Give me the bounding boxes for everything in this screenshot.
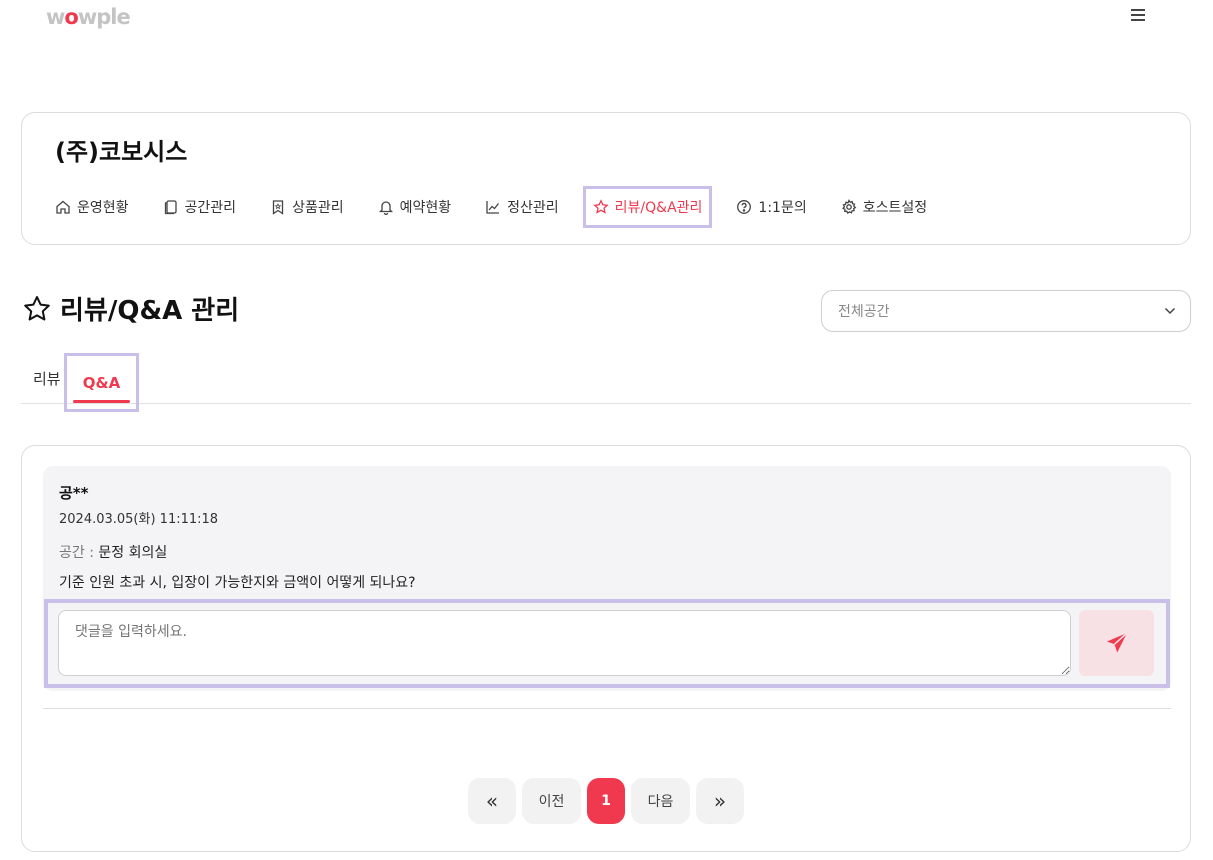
logo-text-part: o bbox=[64, 5, 78, 29]
reply-input[interactable] bbox=[58, 610, 1071, 676]
host-nav: 운영현황 공간관리 상품관리 예약현황 정산관리 리뷰/Q&A관리 1:1문의 bbox=[55, 186, 961, 228]
qa-space: 공간 : 문정 회의실 bbox=[59, 542, 167, 562]
nav-item-space[interactable]: 공간관리 bbox=[163, 189, 237, 225]
star-icon bbox=[24, 295, 50, 320]
home-icon bbox=[56, 200, 70, 214]
page-1-button[interactable]: 1 bbox=[587, 778, 625, 824]
wowple-logo[interactable]: wowple bbox=[46, 5, 131, 29]
qa-date: 2024.03.05(화) 11:11:18 bbox=[59, 512, 219, 527]
space-select[interactable]: 전체공간 bbox=[821, 290, 1191, 332]
nav-item-host-settings[interactable]: 호스트설정 bbox=[841, 189, 927, 225]
nav-item-label: 예약현황 bbox=[399, 200, 452, 216]
nav-item-label: 운영현황 bbox=[77, 200, 129, 216]
pagination: « 이전 1 다음 » bbox=[468, 778, 750, 824]
prev-page-button[interactable]: 이전 bbox=[522, 778, 581, 824]
next-page-button[interactable]: 다음 bbox=[631, 778, 690, 824]
send-reply-button[interactable] bbox=[1079, 610, 1154, 676]
page-title-text: 리뷰/Q&A 관리 bbox=[60, 296, 240, 326]
nav-item-label: 리뷰/Q&A관리 bbox=[614, 200, 703, 216]
tab-bar: 리뷰 Q&A bbox=[21, 352, 1191, 412]
logo-text-part: wple bbox=[77, 5, 131, 29]
nav-item-dashboard[interactable]: 운영현황 bbox=[55, 189, 129, 225]
qa-space-label: 공간 : bbox=[59, 545, 99, 561]
tab-review[interactable]: 리뷰 bbox=[33, 352, 61, 404]
star-icon bbox=[592, 199, 609, 214]
copy-icon bbox=[164, 200, 177, 215]
nav-item-product[interactable]: 상품관리 bbox=[270, 189, 344, 225]
nav-item-reservation[interactable]: 예약현황 bbox=[378, 189, 452, 225]
bookmark-icon bbox=[272, 200, 284, 215]
nav-item-label: 정산관리 bbox=[507, 200, 559, 216]
last-page-button[interactable]: » bbox=[696, 778, 744, 824]
active-tab-indicator bbox=[73, 400, 130, 403]
qa-space-value: 문정 회의실 bbox=[98, 545, 168, 561]
hamburger-icon[interactable] bbox=[1128, 6, 1150, 24]
chart-line-icon bbox=[486, 201, 500, 214]
qa-question: 기준 인원 초과 시, 입장이 가능한지와 금액이 어떻게 되나요? bbox=[59, 575, 416, 591]
qa-author: 공** bbox=[59, 484, 89, 502]
qa-list-card: 공** 2024.03.05(화) 11:11:18 공간 : 문정 회의실 기… bbox=[21, 445, 1191, 852]
nav-item-label: 상품관리 bbox=[292, 200, 344, 216]
qa-item: 공** 2024.03.05(화) 11:11:18 공간 : 문정 회의실 기… bbox=[43, 466, 1171, 691]
space-select-value: 전체공간 bbox=[838, 304, 890, 320]
help-circle-icon bbox=[737, 200, 752, 214]
nav-item-label: 공간관리 bbox=[184, 200, 237, 216]
logo-text-part: w bbox=[46, 5, 65, 29]
bell-icon bbox=[378, 201, 393, 215]
divider bbox=[43, 708, 1171, 709]
host-name: (주)코보시스 bbox=[55, 138, 188, 166]
host-card: (주)코보시스 운영현황 공간관리 상품관리 예약현황 정산관리 리뷰/Q&A관… bbox=[21, 112, 1191, 245]
gear-icon bbox=[841, 199, 857, 215]
nav-item-label: 호스트설정 bbox=[862, 200, 928, 216]
send-icon bbox=[1106, 632, 1128, 653]
nav-item-settlement[interactable]: 정산관리 bbox=[485, 189, 559, 225]
nav-item-review-qa[interactable]: 리뷰/Q&A관리 bbox=[582, 186, 713, 228]
tab-qa[interactable]: Q&A bbox=[64, 353, 139, 412]
reply-area bbox=[44, 599, 1170, 688]
chevron-down-icon bbox=[1164, 307, 1176, 315]
first-page-button[interactable]: « bbox=[468, 778, 516, 824]
tab-qa-label: Q&A bbox=[82, 373, 121, 392]
nav-item-inquiry[interactable]: 1:1문의 bbox=[736, 189, 807, 225]
page-title: 리뷰/Q&A 관리 bbox=[22, 290, 239, 327]
nav-item-label: 1:1문의 bbox=[758, 200, 807, 216]
